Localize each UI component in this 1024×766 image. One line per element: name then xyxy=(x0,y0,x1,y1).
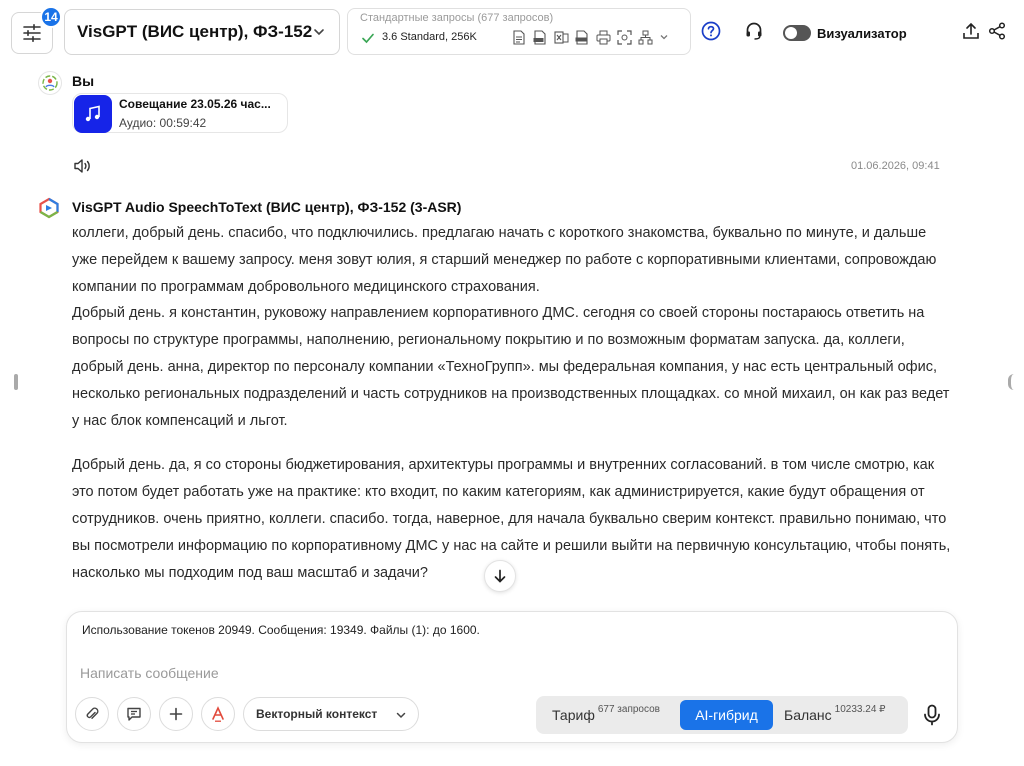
arrow-down-icon xyxy=(494,569,506,583)
check-icon xyxy=(362,33,374,44)
audio-file-tile xyxy=(74,95,112,133)
billing-mode-switch: Тариф 677 запросов AI-гибрид Баланс 1023… xyxy=(536,696,908,734)
bot-author-name: VisGPT Audio SpeechToText (ВИС центр), Ф… xyxy=(72,199,462,215)
hybrid-label: AI-гибрид xyxy=(695,707,758,723)
spellcheck-icon xyxy=(212,706,224,722)
microphone-icon[interactable] xyxy=(922,704,942,726)
print-icon[interactable] xyxy=(595,29,611,45)
context-select[interactable]: Векторный контекст xyxy=(243,697,419,731)
help-icon[interactable] xyxy=(701,21,721,41)
excel-icon[interactable] xyxy=(553,29,569,45)
balance-amount: 10233.24 ₽ xyxy=(834,703,886,715)
ai-hybrid-option[interactable]: AI-гибрид xyxy=(680,700,773,730)
user-author-name: Вы xyxy=(72,73,95,89)
plus-icon xyxy=(169,707,183,721)
mode-caption: Стандартные запросы (677 запросов) xyxy=(360,12,554,24)
scroll-down-button[interactable] xyxy=(484,560,516,592)
visualizer-toggle[interactable] xyxy=(783,25,811,41)
visualizer-label: Визуализатор xyxy=(817,26,907,41)
attach-button[interactable] xyxy=(75,697,109,731)
token-usage: Использование токенов 20949. Сообщения: … xyxy=(82,623,480,637)
pdf-icon[interactable] xyxy=(532,29,548,45)
notification-badge: 14 xyxy=(40,6,62,28)
tariff-option[interactable]: Тариф 677 запросов xyxy=(552,700,660,730)
upload-icon[interactable] xyxy=(962,22,980,40)
tariff-label: Тариф xyxy=(552,707,595,723)
audio-duration: Аудио: 00:59:42 xyxy=(119,116,207,130)
scan-icon[interactable] xyxy=(616,29,632,45)
doc-icon[interactable] xyxy=(511,29,527,45)
pptx-icon[interactable] xyxy=(574,29,590,45)
chat-prompt-icon xyxy=(127,707,141,721)
left-panel-handle[interactable] xyxy=(14,374,18,390)
context-select-label: Векторный контекст xyxy=(256,707,378,721)
chevron-down-icon[interactable] xyxy=(658,31,670,43)
share-icon[interactable] xyxy=(988,22,1006,40)
right-panel-handle[interactable] xyxy=(1008,374,1014,390)
headset-icon[interactable] xyxy=(744,21,764,41)
diagram-icon[interactable] xyxy=(637,29,653,45)
mode-selector[interactable]: Стандартные запросы (677 запросов) 3.6 S… xyxy=(347,8,691,55)
music-note-icon xyxy=(85,105,100,122)
add-button[interactable] xyxy=(159,697,193,731)
balance-label: Баланс xyxy=(784,707,832,723)
message-input[interactable] xyxy=(80,662,940,684)
mode-value: 3.6 Standard, 256K xyxy=(382,31,477,43)
model-select[interactable]: VisGPT (ВИС центр), ФЗ-152 xyxy=(64,9,340,55)
audio-attachment[interactable]: Совещание 23.05.26 час... Аудио: 00:59:4… xyxy=(72,93,288,133)
prompts-button[interactable] xyxy=(117,697,151,731)
bot-message-text: коллеги, добрый день. спасибо, что подкл… xyxy=(72,220,952,586)
message-paragraph: коллеги, добрый день. спасибо, что подкл… xyxy=(72,225,937,295)
file-type-icons xyxy=(511,29,670,45)
chevron-down-icon xyxy=(396,712,406,719)
user-avatar-icon xyxy=(42,75,58,91)
bot-logo-icon xyxy=(39,197,59,219)
model-label: VisGPT (ВИС центр), ФЗ-152 xyxy=(77,22,313,41)
message-composer: Использование токенов 20949. Сообщения: … xyxy=(66,611,958,743)
message-timestamp: 01.06.2026, 09:41 xyxy=(851,160,940,172)
spellcheck-button[interactable] xyxy=(201,697,235,731)
message-paragraph: Добрый день. я константин, руковожу напр… xyxy=(72,305,950,429)
tariff-requests: 677 запросов xyxy=(597,703,660,715)
balance-option[interactable]: Баланс 10233.24 ₽ xyxy=(784,700,886,730)
top-bar: 14 VisGPT (ВИС центр), ФЗ-152 Стандартны… xyxy=(0,0,1024,62)
user-avatar xyxy=(38,71,62,95)
paperclip-icon xyxy=(86,707,99,719)
chevron-down-icon xyxy=(314,29,324,36)
speaker-icon[interactable] xyxy=(73,157,91,175)
audio-file-name: Совещание 23.05.26 час... xyxy=(119,97,271,111)
sliders-icon xyxy=(23,24,41,42)
